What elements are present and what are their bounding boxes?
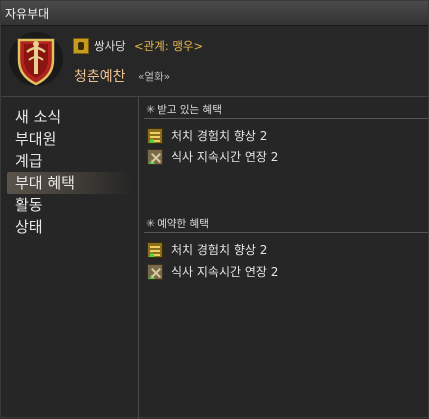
nav-item-members[interactable]: 부대원	[1, 128, 138, 150]
benefit-label: 처치 경험치 향상 2	[171, 243, 268, 257]
benefit-label: 식사 지속시간 연장 2	[171, 265, 279, 279]
relation-status: <관계: 맹우>	[134, 39, 204, 53]
nav-item-status[interactable]: 상태	[1, 216, 138, 238]
section-divider	[144, 118, 428, 119]
food-duration-icon	[147, 149, 163, 165]
active-benefits-title-text: 받고 있는 혜택	[157, 104, 222, 116]
company-emblem-icon	[9, 32, 63, 86]
exp-bonus-icon	[147, 242, 163, 258]
benefit-label: 처치 경험치 향상 2	[171, 129, 268, 143]
grade-rank-icon	[73, 38, 89, 54]
section-divider	[144, 232, 428, 233]
benefit-label: 식사 지속시간 연장 2	[171, 150, 279, 164]
company-tag: «열화»	[138, 71, 171, 83]
header-divider	[1, 96, 428, 97]
nav-item-news[interactable]: 새 소식	[1, 106, 138, 128]
sparkle-icon: ✳	[146, 103, 156, 116]
grade-name: 쌍사당	[94, 39, 126, 53]
free-company-window: 자유부대 쌍사당 <관계: 맹우> 청춘예찬 «열화» 새 소식 부대원 계급 …	[0, 0, 429, 419]
nav-divider	[138, 97, 139, 419]
window-title: 자유부대	[5, 7, 50, 21]
reserved-benefits-title: ✳ 예약한 혜택	[146, 216, 209, 231]
sparkle-icon: ✳	[146, 217, 156, 230]
title-bar[interactable]: 자유부대	[1, 1, 428, 26]
nav-item-benefits[interactable]: 부대 혜택	[7, 172, 132, 194]
company-header: 쌍사당 <관계: 맹우> 청춘예찬 «열화»	[1, 26, 428, 96]
nav-item-activity[interactable]: 활동	[1, 194, 138, 216]
reserved-benefits-title-text: 예약한 혜택	[157, 218, 209, 230]
exp-bonus-icon	[147, 128, 163, 144]
active-benefits-title: ✳ 받고 있는 혜택	[146, 102, 222, 117]
company-name: 청춘예찬	[74, 69, 126, 85]
food-duration-icon	[147, 264, 163, 280]
nav-item-ranks[interactable]: 계급	[1, 150, 138, 172]
